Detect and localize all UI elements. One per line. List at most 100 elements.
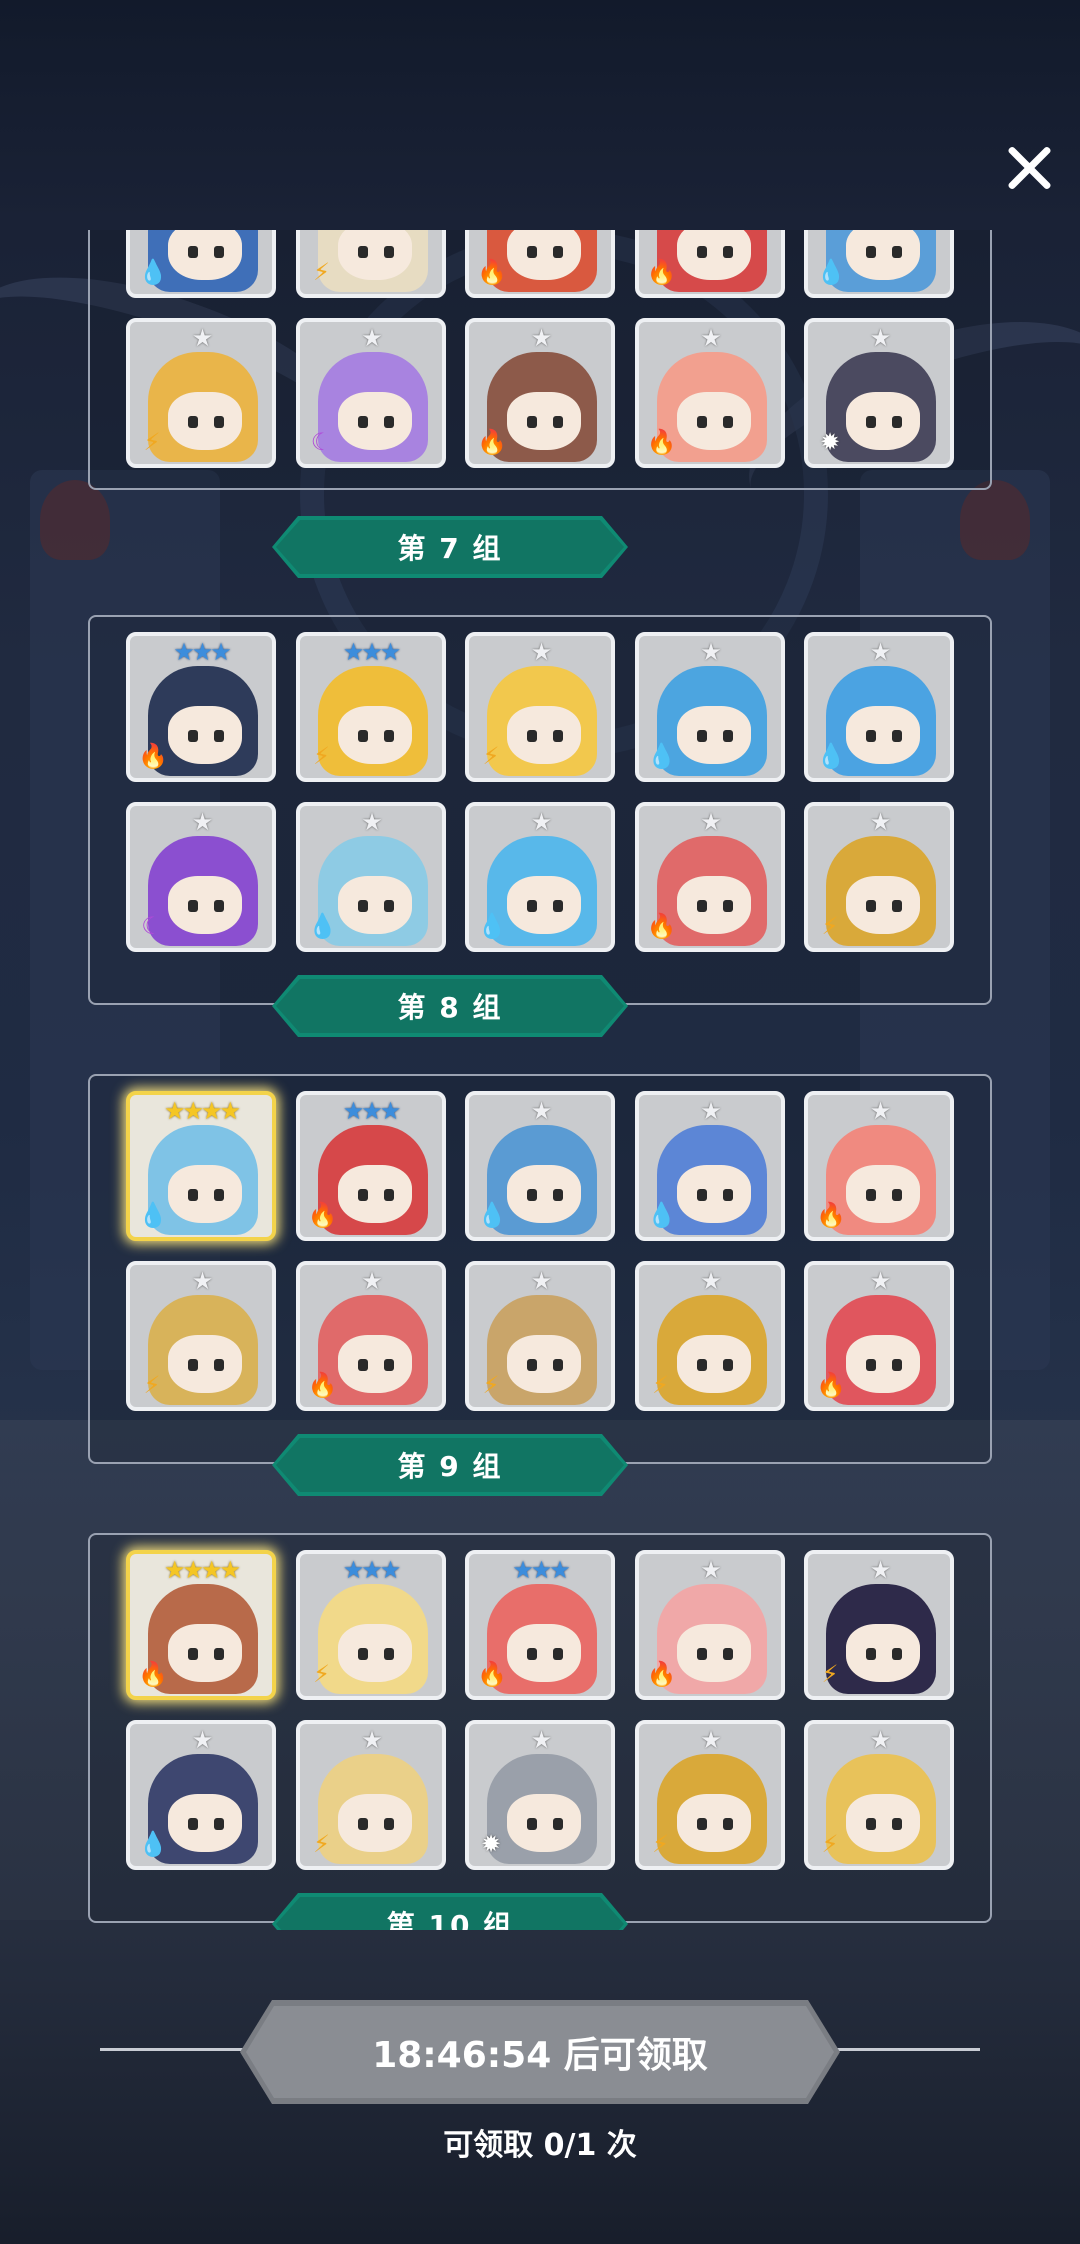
water-element-icon: 💧 xyxy=(646,1201,677,1229)
fire-element-icon: 🔥 xyxy=(307,1201,338,1229)
hero-face xyxy=(337,1335,412,1393)
hero-face xyxy=(846,706,920,764)
hero-eye xyxy=(383,1818,394,1830)
star-rating: ★★★★ xyxy=(163,1556,241,1584)
hero-eye xyxy=(892,730,902,742)
group-panel: ★★★ 🔥 ★★★ ⚡ ★ ⚡ ★ 💧 ★ 💧 ★ ☾ ★ 💧 ★ 💧 ★ 🔥 ★ ⚡ xyxy=(88,615,992,1005)
hero-eye xyxy=(188,730,198,742)
hero-face xyxy=(337,876,412,934)
hero-card[interactable]: ★ 💧 xyxy=(295,802,446,952)
hero-card[interactable]: ★ 🔥 xyxy=(804,1091,954,1241)
group-panel: ★★★★ 💧 ★★★ 🔥 ★ 💧 ★ 💧 ★ 🔥 ★ ⚡ ★ 🔥 ★ ⚡ ★ ⚡ ★ 🔥 xyxy=(88,1074,992,1464)
hero-card[interactable]: ⚡ xyxy=(295,230,446,298)
hero-card[interactable]: ★★★★ 🔥 xyxy=(126,1550,276,1700)
thunder-element-icon: ⚡ xyxy=(313,1830,330,1858)
hero-card[interactable]: ★ ⚡ xyxy=(804,802,954,952)
star-rating: ★ xyxy=(361,1726,383,1754)
hero-card[interactable]: ★ ⚡ xyxy=(295,1720,446,1870)
thunder-element-icon: ⚡ xyxy=(313,1660,330,1688)
group-list[interactable]: 💧 ⚡ 🔥 🔥 💧 ★ ⚡ ★ ☾ ★ 🔥 ★ 🔥 ★ ✹ 第 7 组 ★★★ 🔥 ★★★ ⚡ ★ ⚡ ★ 💧 ★ 💧 ★ ☾ ★ 💧 ★ 💧… xyxy=(0,230,1080,1930)
hero-card[interactable]: ★ ⚡ xyxy=(465,632,615,782)
divider-left xyxy=(100,2048,250,2051)
hero-eye xyxy=(892,1818,902,1830)
hero-card[interactable]: 💧 xyxy=(126,230,276,298)
hero-card[interactable]: ★ 💧 xyxy=(465,802,615,952)
hero-card[interactable]: 🔥 xyxy=(634,230,785,298)
hero-face xyxy=(676,1624,751,1682)
hero-card[interactable]: ★★★ 🔥 xyxy=(295,1091,446,1241)
hero-card[interactable]: ★ ⚡ xyxy=(634,1261,785,1411)
hero-card[interactable]: ★ 🔥 xyxy=(634,1550,785,1700)
group-label-banner: 第 8 组 xyxy=(272,975,628,1037)
hero-eye xyxy=(696,1648,707,1660)
water-element-icon: 💧 xyxy=(816,742,846,770)
hero-card[interactable]: 🔥 xyxy=(465,230,615,298)
hero-card[interactable]: ★★★ 🔥 xyxy=(465,1550,615,1700)
hero-face xyxy=(507,706,581,764)
group-panel: ★★★★ 🔥 ★★★ ⚡ ★★★ 🔥 ★ 🔥 ★ ⚡ ★ 💧 ★ ⚡ ★ ✹ ★ ⚡ ★ ⚡ xyxy=(88,1533,992,1923)
star-rating: ★★★ xyxy=(342,638,402,666)
hero-face xyxy=(676,1335,751,1393)
hero-face xyxy=(337,1794,412,1852)
hero-card[interactable]: ★★★ ⚡ xyxy=(295,632,446,782)
hero-card[interactable]: ★ ⚡ xyxy=(804,1550,954,1700)
hero-card[interactable]: ★ ☾ xyxy=(295,318,446,468)
group-label: 第 10 组 xyxy=(386,1909,514,1930)
group-label: 第 8 组 xyxy=(397,991,503,1024)
hero-card[interactable]: ★ ☾ xyxy=(126,802,276,952)
hero-eye xyxy=(383,1189,394,1201)
hero-card[interactable]: ★ 🔥 xyxy=(804,1261,954,1411)
hero-card[interactable]: ★ 🔥 xyxy=(634,318,785,468)
hero-eye xyxy=(383,1648,394,1660)
fire-element-icon: 🔥 xyxy=(646,1660,677,1688)
star-rating: ★ xyxy=(530,1097,553,1125)
close-icon[interactable] xyxy=(1000,138,1060,198)
hero-face xyxy=(676,876,751,934)
hero-card[interactable]: ★ ✹ xyxy=(804,318,954,468)
hero-card[interactable]: ★★★ 🔥 xyxy=(126,632,276,782)
hero-card[interactable]: ★★★★ 💧 xyxy=(126,1091,276,1241)
hero-card[interactable]: ★ ⚡ xyxy=(126,318,276,468)
hero-card[interactable]: ★ ⚡ xyxy=(465,1261,615,1411)
water-element-icon: 💧 xyxy=(138,258,168,286)
hero-face xyxy=(676,706,751,764)
hero-card[interactable]: ★ 💧 xyxy=(126,1720,276,1870)
hero-face xyxy=(168,1794,242,1852)
fire-element-icon: 🔥 xyxy=(816,1201,846,1229)
hero-face xyxy=(676,1794,751,1852)
star-rating: ★ xyxy=(191,1267,214,1295)
hero-eye xyxy=(383,416,394,428)
hero-eye xyxy=(892,1648,902,1660)
water-element-icon: 💧 xyxy=(138,1201,168,1229)
hero-card[interactable]: ★ ✹ xyxy=(465,1720,615,1870)
hero-eye xyxy=(722,416,733,428)
fire-element-icon: 🔥 xyxy=(816,1371,846,1399)
hero-card[interactable]: ★ ⚡ xyxy=(634,1720,785,1870)
hero-card[interactable]: ★ 🔥 xyxy=(634,802,785,952)
star-rating: ★ xyxy=(869,1556,892,1584)
hero-card[interactable]: ★ 💧 xyxy=(465,1091,615,1241)
light-element-icon: ✹ xyxy=(480,1830,502,1858)
hero-card[interactable]: ★ 💧 xyxy=(804,632,954,782)
fire-element-icon: 🔥 xyxy=(307,1371,338,1399)
hero-card[interactable]: ★ 💧 xyxy=(634,1091,785,1241)
star-rating: ★ xyxy=(700,1097,722,1125)
hero-face xyxy=(507,392,581,450)
hero-card[interactable]: ★ 💧 xyxy=(634,632,785,782)
star-rating: ★ xyxy=(869,1267,892,1295)
hero-face xyxy=(846,392,920,450)
hero-card[interactable]: ★ 🔥 xyxy=(295,1261,446,1411)
water-element-icon: 💧 xyxy=(138,1830,168,1858)
hero-eye xyxy=(696,1359,707,1371)
hero-eye xyxy=(553,1359,563,1371)
hero-card[interactable]: ★★★ ⚡ xyxy=(295,1550,446,1700)
thunder-element-icon: ⚡ xyxy=(143,1371,161,1399)
star-rating: ★ xyxy=(191,324,214,352)
claim-button[interactable]: 18:46:54 后可领取 xyxy=(240,2000,840,2104)
hero-card[interactable]: ★ ⚡ xyxy=(126,1261,276,1411)
hero-eye xyxy=(892,900,902,912)
hero-card[interactable]: 💧 xyxy=(804,230,954,298)
star-rating: ★ xyxy=(530,808,553,836)
hero-card[interactable]: ★ 🔥 xyxy=(465,318,615,468)
hero-card[interactable]: ★ ⚡ xyxy=(804,1720,954,1870)
